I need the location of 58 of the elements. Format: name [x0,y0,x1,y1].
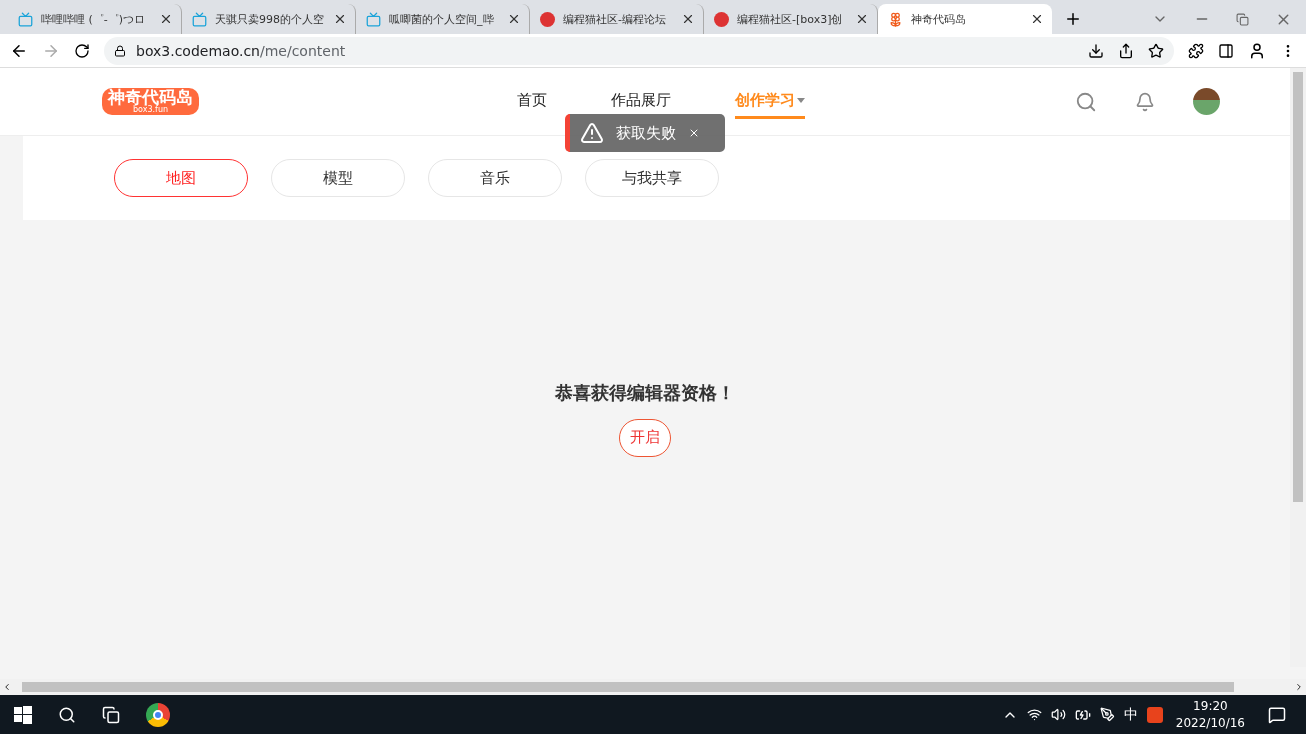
browser-tab[interactable]: 神奇代码岛 [878,4,1052,34]
url-host: box3.codemao.cn [136,42,260,59]
tv-icon [366,11,381,27]
logo-subtitle: box3.fun [132,106,169,114]
close-icon[interactable] [507,12,521,26]
share-icon[interactable] [1118,42,1134,59]
tab-title: 哔哩哔哩 (゜-゜)つロ [41,11,147,27]
chrome-icon[interactable] [146,702,170,727]
date: 2022/10/16 [1175,714,1245,731]
close-icon[interactable] [681,12,695,26]
url-path: /me/content [260,42,346,59]
toast-message: 获取失败 [616,123,676,143]
close-icon[interactable] [333,12,347,26]
tv-icon [192,11,207,27]
close-icon[interactable] [159,12,173,26]
tab-title: 编程猫社区-编程论坛 [563,11,667,27]
sogou-icon[interactable] [1146,706,1163,723]
category-tab[interactable]: 模型 [271,159,405,197]
install-icon[interactable] [1088,42,1104,59]
search-icon[interactable] [58,705,76,724]
reload-icon[interactable] [74,42,90,59]
scroll-right-icon[interactable] [1294,682,1304,692]
nav-link[interactable]: 首页 [517,84,547,119]
close-icon[interactable] [1030,12,1044,26]
close-icon[interactable] [855,12,869,26]
avatar[interactable] [1193,88,1220,115]
category-tab[interactable]: 与我共享 [585,159,719,197]
pen-icon[interactable] [1099,707,1115,722]
new-tab-icon[interactable] [1064,10,1082,28]
logo-title: 神奇代码岛 [108,89,193,106]
windows-start-icon[interactable] [14,705,32,724]
category-tab[interactable]: 音乐 [428,159,562,197]
input-method-indicator[interactable]: 中 [1123,705,1138,724]
profile-icon[interactable] [1248,41,1266,60]
star-icon[interactable] [1148,42,1164,59]
volume-icon[interactable] [1050,707,1066,722]
bell-icon[interactable] [1135,91,1155,112]
time: 19:20 [1193,698,1228,715]
extensions-icon[interactable] [1188,42,1204,59]
side-panel-icon[interactable] [1218,42,1234,59]
flower-icon [888,11,903,27]
category-tab[interactable]: 地图 [114,159,248,197]
tab-title: 神奇代码岛 [911,11,967,27]
restore-icon[interactable] [1236,12,1249,26]
open-button[interactable]: 开启 [619,418,671,457]
tv-icon [18,11,33,27]
clock[interactable]: 19:20 2022/10/16 [1175,698,1245,731]
tab-title: 天骐只卖998的个人空 [215,11,325,27]
task-view-icon[interactable] [102,705,120,724]
warning-icon [580,121,604,145]
wifi-icon[interactable] [1026,707,1042,722]
scroll-left-icon[interactable] [2,682,12,692]
tab-title: 呱唧菌的个人空间_哔 [389,11,495,27]
notification-icon[interactable] [1268,705,1286,724]
empty-message: 恭喜获得编辑器资格！ [555,380,735,405]
lock-icon [114,44,126,57]
tab-title: 编程猫社区-[box3]创 [737,11,844,27]
address-field[interactable]: box3.codemao.cn/me/content [104,36,1174,65]
